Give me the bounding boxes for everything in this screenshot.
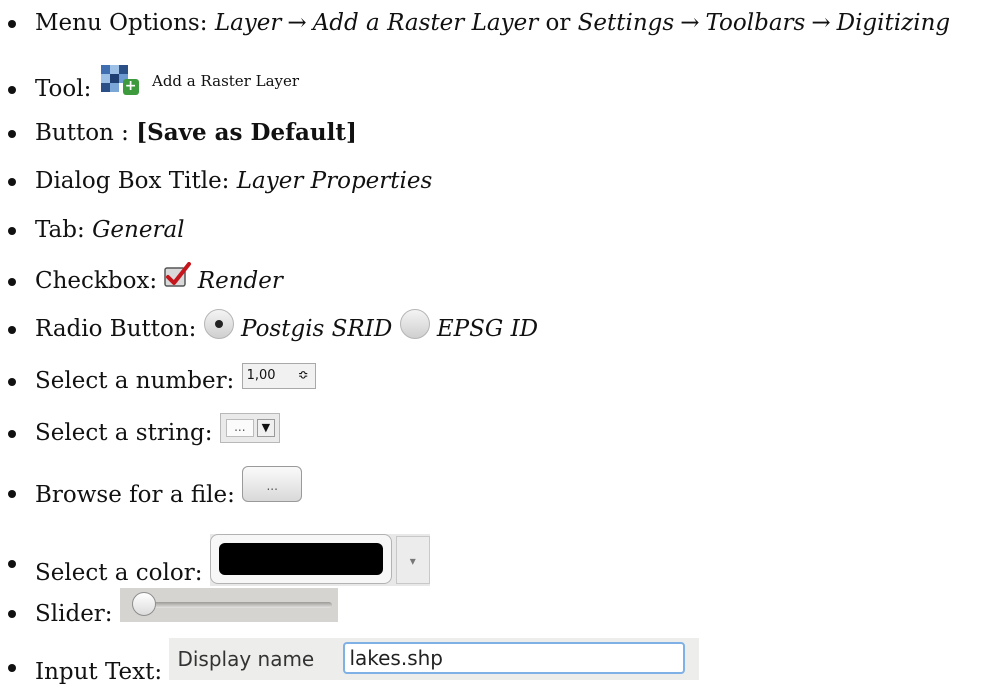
bullet	[8, 490, 16, 498]
item-label: Select a number:	[35, 368, 235, 394]
string-select[interactable]: ... ▼	[219, 413, 280, 443]
bullet	[8, 86, 16, 94]
item-label: Slider:	[35, 601, 113, 627]
postgis-srid-radio[interactable]	[203, 309, 234, 339]
item-label: Checkbox:	[35, 268, 158, 294]
add-raster-layer-icon[interactable]: +	[99, 65, 145, 95]
save-as-default-button[interactable]: [Save as Default]	[136, 119, 357, 146]
item-label: Radio Button:	[35, 316, 197, 342]
radio-label-epsg: EPSG ID	[436, 316, 539, 342]
item-label: Button :	[35, 120, 129, 146]
item-label: Select a string:	[35, 420, 213, 446]
arrow-icon: →	[287, 10, 307, 36]
bullet	[8, 378, 16, 386]
item-label: Tool:	[35, 76, 92, 102]
item-label: Browse for a file:	[35, 482, 235, 508]
bullet	[8, 130, 16, 138]
slider-handle[interactable]	[131, 592, 156, 616]
number-spinbox[interactable]: 1,00 ≎	[241, 363, 316, 389]
bullet	[8, 430, 16, 438]
dialog-title: Layer Properties	[236, 168, 433, 194]
epsg-id-radio[interactable]	[399, 309, 430, 339]
color-button[interactable]	[209, 534, 392, 584]
dropdown-arrow-icon[interactable]: ▼	[256, 419, 275, 437]
slider-track[interactable]	[135, 602, 332, 608]
menu-settings: Settings	[577, 10, 675, 36]
item-label: Tab:	[35, 217, 85, 243]
string-value: ...	[225, 419, 254, 437]
color-swatch	[218, 543, 383, 575]
menu-layer: Layer	[214, 10, 282, 36]
color-picker[interactable]: ▾	[209, 534, 430, 586]
arrow-icon: →	[680, 10, 700, 36]
checkmark-icon	[164, 262, 192, 287]
bullet	[8, 227, 16, 235]
bullet	[8, 178, 16, 186]
spin-value: 1,00	[246, 368, 276, 383]
item-label: Input Text:	[35, 659, 163, 685]
bullet	[8, 20, 16, 28]
display-name-input[interactable]	[349, 646, 680, 670]
radio-label-postgis: Postgis SRID	[241, 316, 393, 342]
item-label: Dialog Box Title:	[35, 168, 230, 194]
checkbox-label: Render	[197, 268, 283, 294]
display-name-label: Display name	[177, 647, 315, 671]
bullet	[8, 664, 16, 672]
spin-arrows-icon[interactable]: ≎	[298, 364, 309, 388]
tab-general[interactable]: General	[92, 217, 184, 243]
menu-add-raster-layer: Add a Raster Layer	[312, 10, 539, 36]
color-dropdown-arrow-icon[interactable]: ▾	[395, 536, 430, 584]
bullet	[8, 610, 16, 618]
slider[interactable]	[119, 588, 338, 622]
item-label: Menu Options:	[35, 10, 208, 36]
arrow-icon: →	[811, 10, 831, 36]
menu-digitizing: Digitizing	[836, 10, 951, 36]
menu-toolbars: Toolbars	[705, 10, 806, 36]
tool-name: Add a Raster Layer	[151, 72, 300, 90]
browse-button[interactable]: ...	[242, 466, 303, 502]
bullet	[8, 326, 16, 334]
bullet	[8, 560, 16, 568]
item-label: Select a color:	[35, 560, 203, 586]
render-checkbox[interactable]	[164, 262, 192, 287]
display-name-row: Display name	[169, 638, 700, 680]
or-text: or	[545, 10, 571, 36]
bullet	[8, 278, 16, 286]
radio-dot-icon	[214, 320, 223, 328]
display-name-field[interactable]	[343, 642, 686, 674]
